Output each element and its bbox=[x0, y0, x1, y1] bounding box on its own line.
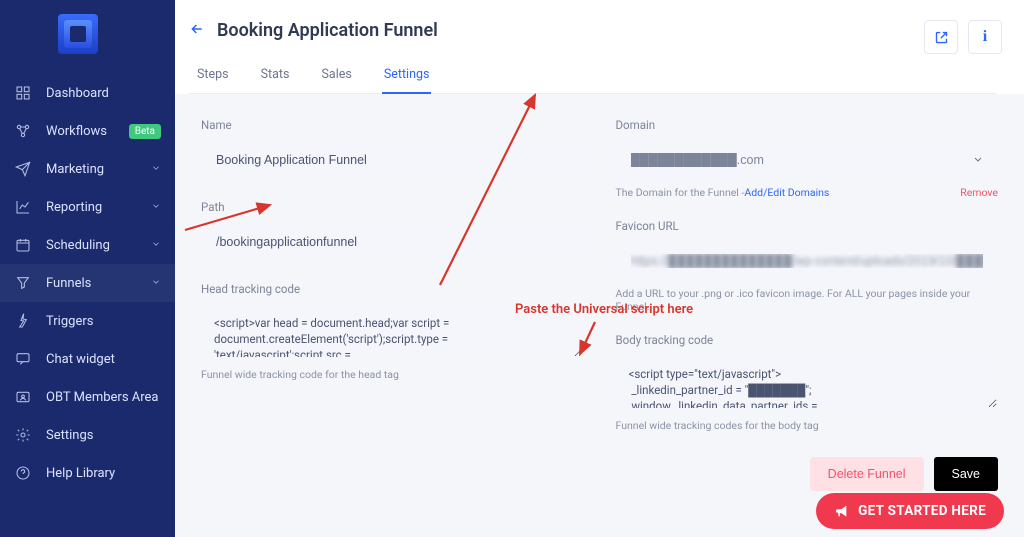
tab-settings[interactable]: Settings bbox=[382, 59, 432, 94]
sidebar-item-marketing[interactable]: Marketing bbox=[0, 150, 175, 188]
tab-stats[interactable]: Stats bbox=[259, 59, 292, 94]
funnel-icon bbox=[14, 274, 32, 292]
name-input[interactable] bbox=[201, 140, 584, 180]
tabs: Steps Stats Sales Settings bbox=[189, 59, 996, 94]
sidebar-item-dashboard[interactable]: Dashboard bbox=[0, 74, 175, 112]
sidebar-item-reporting[interactable]: Reporting bbox=[0, 188, 175, 226]
sidebar-item-label: Marketing bbox=[46, 162, 104, 177]
sidebar-item-label: Triggers bbox=[46, 314, 93, 329]
workflow-icon bbox=[14, 122, 32, 140]
sidebar-item-label: Funnels bbox=[46, 276, 91, 291]
sidebar-item-label: Dashboard bbox=[46, 86, 109, 101]
form-right-col: Domain The Domain for the Funnel -Add/Ed… bbox=[616, 118, 999, 452]
head-code-help: Funnel wide tracking code for the head t… bbox=[201, 368, 584, 381]
domain-help: The Domain for the Funnel -Add/Edit Doma… bbox=[616, 186, 999, 199]
trigger-icon bbox=[14, 312, 32, 330]
sidebar-item-label: OBT Members Area bbox=[46, 390, 159, 405]
sidebar-item-help-library[interactable]: Help Library bbox=[0, 454, 175, 492]
head-code-textarea[interactable]: <script>var head = document.head;var scr… bbox=[201, 304, 584, 358]
open-external-button[interactable] bbox=[924, 20, 958, 54]
sidebar-item-label: Reporting bbox=[46, 200, 102, 215]
bullhorn-icon bbox=[834, 503, 850, 519]
chevron-down-icon bbox=[972, 151, 984, 170]
domain-label: Domain bbox=[616, 118, 999, 132]
sidebar-item-funnels[interactable]: Funnels bbox=[0, 264, 175, 302]
tab-steps[interactable]: Steps bbox=[195, 59, 231, 94]
calendar-icon bbox=[14, 236, 32, 254]
form-content: Name Path Head tracking code <script>var… bbox=[175, 94, 1024, 476]
field-head-code: Head tracking code <script>var head = do… bbox=[201, 282, 584, 381]
app-logo bbox=[58, 14, 98, 54]
chat-icon bbox=[14, 350, 32, 368]
send-icon bbox=[14, 160, 32, 178]
sidebar-item-workflows[interactable]: Workflows Beta bbox=[0, 112, 175, 150]
favicon-label: Favicon URL bbox=[616, 219, 999, 233]
remove-domain-link[interactable]: Remove bbox=[960, 186, 998, 199]
gear-icon bbox=[14, 426, 32, 444]
page-title: Booking Application Funnel bbox=[217, 20, 438, 41]
name-label: Name bbox=[201, 118, 584, 132]
field-body-code: Body tracking code <script type="text/ja… bbox=[616, 333, 999, 432]
chart-icon bbox=[14, 198, 32, 216]
sidebar: Dashboard Workflows Beta Marketing Repor… bbox=[0, 0, 175, 537]
sidebar-item-settings[interactable]: Settings bbox=[0, 416, 175, 454]
head-code-label: Head tracking code bbox=[201, 282, 584, 296]
back-button[interactable] bbox=[189, 21, 205, 41]
favicon-input[interactable] bbox=[616, 241, 999, 281]
beta-badge: Beta bbox=[129, 124, 161, 139]
page-header: Booking Application Funnel i Steps Stats… bbox=[175, 0, 1024, 94]
sidebar-item-label: Settings bbox=[46, 428, 93, 443]
info-icon: i bbox=[983, 28, 987, 46]
sidebar-item-label: Chat widget bbox=[46, 352, 115, 367]
chevron-down-icon bbox=[151, 200, 161, 215]
add-edit-domains-link[interactable]: Add/Edit Domains bbox=[744, 186, 829, 199]
chevron-down-icon bbox=[151, 162, 161, 177]
help-icon bbox=[14, 464, 32, 482]
path-input[interactable] bbox=[201, 222, 584, 262]
sidebar-item-label: Scheduling bbox=[46, 238, 110, 253]
domain-select[interactable] bbox=[616, 140, 999, 180]
sidebar-item-triggers[interactable]: Triggers bbox=[0, 302, 175, 340]
chevron-down-icon bbox=[151, 238, 161, 253]
form-footer: Delete Funnel Save bbox=[810, 457, 998, 491]
tab-sales[interactable]: Sales bbox=[319, 59, 353, 94]
path-label: Path bbox=[201, 200, 584, 214]
members-icon bbox=[14, 388, 32, 406]
sidebar-item-label: Help Library bbox=[46, 466, 115, 481]
info-button[interactable]: i bbox=[968, 20, 1002, 54]
sidebar-nav: Dashboard Workflows Beta Marketing Repor… bbox=[0, 64, 175, 492]
favicon-help: Add a URL to your .png or .ico favicon i… bbox=[616, 287, 999, 313]
field-name: Name bbox=[201, 118, 584, 180]
form-left-col: Name Path Head tracking code <script>var… bbox=[201, 118, 584, 452]
sidebar-item-members-area[interactable]: OBT Members Area bbox=[0, 378, 175, 416]
sidebar-item-chat-widget[interactable]: Chat widget bbox=[0, 340, 175, 378]
delete-funnel-button[interactable]: Delete Funnel bbox=[810, 457, 924, 491]
main-panel: Booking Application Funnel i Steps Stats… bbox=[175, 0, 1024, 537]
sidebar-item-scheduling[interactable]: Scheduling bbox=[0, 226, 175, 264]
save-button[interactable]: Save bbox=[934, 457, 999, 491]
chevron-down-icon bbox=[151, 276, 161, 291]
body-code-help: Funnel wide tracking codes for the body … bbox=[616, 419, 999, 432]
body-code-textarea[interactable]: <script type="text/javascript"> _linkedi… bbox=[616, 355, 999, 409]
external-link-icon bbox=[934, 30, 949, 45]
field-path: Path bbox=[201, 200, 584, 262]
field-domain: Domain The Domain for the Funnel -Add/Ed… bbox=[616, 118, 999, 199]
sidebar-item-label: Workflows bbox=[46, 124, 107, 139]
body-code-label: Body tracking code bbox=[616, 333, 999, 347]
field-favicon: Favicon URL Add a URL to your .png or .i… bbox=[616, 219, 999, 313]
grid-icon bbox=[14, 84, 32, 102]
get-started-cta[interactable]: GET STARTED HERE bbox=[816, 493, 1004, 529]
